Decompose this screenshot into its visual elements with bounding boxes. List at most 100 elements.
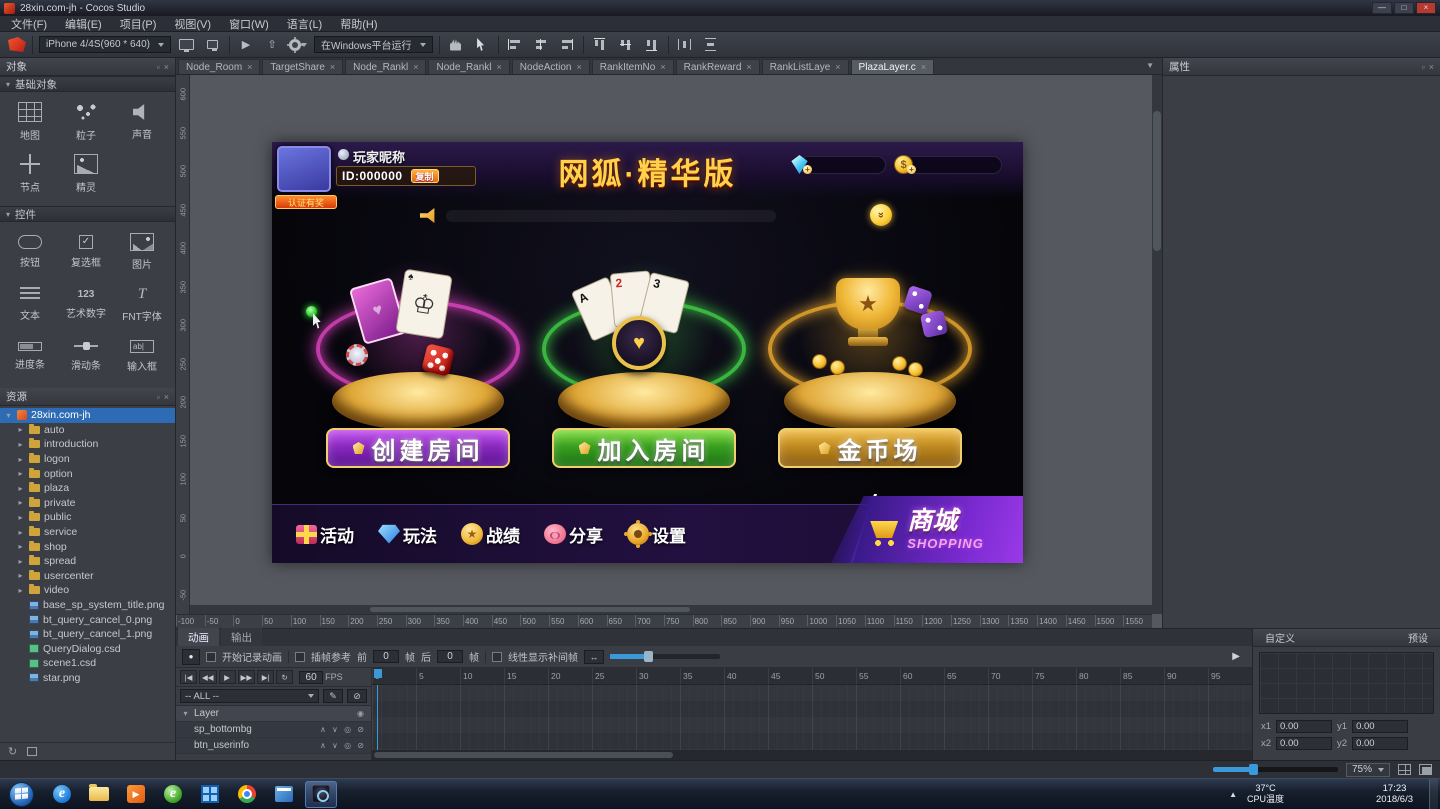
scroll-thumb[interactable] [374, 752, 673, 758]
nav-medal[interactable]: ★战绩 [461, 522, 520, 547]
tab-custom[interactable]: 自定义 [1265, 630, 1295, 645]
tab-preset[interactable]: 预设 [1408, 630, 1428, 645]
object-sprite[interactable]: 精灵 [58, 148, 114, 200]
canvas-v-scrollbar[interactable] [1152, 75, 1162, 614]
scene-canvas-area[interactable]: 认证有奖 玩家昵称 ID:000000 复制 网狐·精华版 + $ + « ♥ [176, 75, 1162, 628]
add-coin-icon[interactable]: + [907, 165, 916, 174]
nav-gift[interactable]: 活动 [296, 522, 354, 547]
taskbar-tiles-icon[interactable] [194, 781, 226, 808]
float-panel-icon[interactable]: ▫ [157, 392, 160, 402]
object-progress[interactable]: 进度条 [2, 330, 58, 382]
layer-row-icons[interactable]: ∧ ∨ ◎ ⊘ [320, 741, 366, 750]
tree-expand-icon[interactable]: ▸ [16, 528, 25, 537]
object-fnt[interactable]: FNT字体 [114, 278, 170, 330]
tween-checkbox[interactable] [492, 652, 502, 662]
loop-button[interactable]: ↻ [276, 670, 293, 684]
play-button[interactable]: ▶ [219, 670, 236, 684]
object-artnum[interactable]: 艺术数字 [58, 278, 114, 330]
create-room-button[interactable]: 创建房间 [326, 428, 510, 468]
section-控件[interactable]: ▾控件 [0, 206, 175, 222]
object-checkbox[interactable]: 复选框 [58, 226, 114, 278]
tree-expand-icon[interactable]: ▸ [16, 498, 25, 507]
fps-input[interactable]: 60 [299, 671, 323, 684]
select-tool-button[interactable] [472, 36, 492, 54]
close-button[interactable]: × [1416, 2, 1436, 14]
taskbar-green-browser-icon[interactable] [157, 781, 189, 808]
tree-expand-icon[interactable]: ▸ [16, 425, 25, 434]
publish-button[interactable]: ⇧ [262, 36, 282, 54]
menu-item-0[interactable]: 文件(F) [2, 15, 56, 33]
tab-close-icon[interactable]: × [330, 62, 335, 72]
taskbar-cocos-icon[interactable] [305, 781, 337, 808]
delete-animation-button[interactable]: ⊘ [347, 689, 367, 703]
resource-file-base_sp_system_title.png[interactable]: base_sp_system_title.png [0, 598, 175, 613]
tree-expand-icon[interactable]: ▸ [16, 542, 25, 551]
distribute-h-button[interactable] [675, 36, 695, 54]
tab-close-icon[interactable]: × [835, 62, 840, 72]
align-middle-button[interactable] [616, 36, 636, 54]
resource-folder-service[interactable]: ▸service [0, 525, 175, 540]
resource-folder-introduction[interactable]: ▸introduction [0, 437, 175, 452]
tab-close-icon[interactable]: × [746, 62, 751, 72]
zoom-slider[interactable] [1213, 767, 1338, 772]
align-center-button[interactable] [531, 36, 551, 54]
zoom-level-select[interactable]: 75% [1346, 763, 1390, 777]
resource-file-QueryDialog.csd[interactable]: QueryDialog.csd [0, 642, 175, 657]
layer-Layer[interactable]: ▾Layer◉ [176, 706, 371, 722]
slider-thumb[interactable] [1249, 764, 1258, 775]
y1-input[interactable]: 0.00 [1352, 720, 1408, 733]
tree-expand-icon[interactable]: ▸ [16, 469, 25, 478]
align-left-button[interactable] [505, 36, 525, 54]
edit-animation-button[interactable]: ✎ [323, 689, 343, 703]
onion-skin-checkbox[interactable] [295, 652, 305, 662]
close-panel-icon[interactable]: × [164, 392, 169, 402]
layer-row-icons[interactable]: ∧ ∨ ◎ ⊘ [320, 725, 366, 734]
section-collapse-icon[interactable]: ▾ [6, 80, 10, 89]
coin-currency[interactable]: $ + [894, 154, 1002, 176]
device-select[interactable]: iPhone 4/4S(960 * 640) [39, 36, 171, 53]
tab-TargetShare[interactable]: TargetShare× [262, 59, 343, 74]
taskbar-chrome-icon[interactable] [231, 781, 263, 808]
resource-folder-video[interactable]: ▸video [0, 583, 175, 598]
diamond-currency[interactable]: + [790, 154, 886, 176]
menu-item-2[interactable]: 项目(P) [111, 15, 166, 33]
taskbar-ie-icon[interactable] [46, 781, 78, 808]
menu-item-3[interactable]: 视图(V) [165, 15, 220, 33]
game-scene[interactable]: 认证有奖 玩家昵称 ID:000000 复制 网狐·精华版 + $ + « ♥ [272, 142, 1023, 563]
layer-visibility-icon[interactable]: ◉ [357, 709, 366, 718]
portrait-preview-button[interactable] [203, 36, 223, 54]
run-target-select[interactable]: 在Windows平台运行 [314, 36, 433, 53]
tab-RankItemNo[interactable]: RankItemNo× [592, 59, 674, 74]
playhead-marker[interactable] [374, 669, 382, 678]
fullscreen-icon[interactable] [1419, 764, 1432, 775]
record-checkbox[interactable] [206, 652, 216, 662]
go-first-frame-button[interactable]: |◀ [180, 670, 197, 684]
join-room-podium[interactable]: A 2 3 ♥ 加入房间 [524, 260, 764, 472]
resource-file-scene1.csd[interactable]: scene1.csd [0, 656, 175, 671]
tree-expand-icon[interactable]: ▾ [4, 411, 13, 420]
anim-tab-输出[interactable]: 输出 [221, 628, 262, 646]
layer-sp_bottombg[interactable]: sp_bottombg∧ ∨ ◎ ⊘ [176, 722, 371, 738]
tab-Node_Rankl[interactable]: Node_Rankl× [345, 59, 426, 74]
resource-file-star.png[interactable]: star.png [0, 671, 175, 686]
timeline-tracks[interactable] [372, 685, 1252, 750]
tab-Node_Rankl[interactable]: Node_Rankl× [428, 59, 509, 74]
nav-diamond[interactable]: 玩法 [378, 522, 437, 547]
create-room-podium[interactable]: ♥ ♠ ♔ 创建房间 [298, 260, 538, 472]
tree-expand-icon[interactable]: ▸ [16, 586, 25, 595]
tree-expand-icon[interactable]: ▸ [16, 440, 25, 449]
resource-folder-plaza[interactable]: ▸plaza [0, 481, 175, 496]
copy-id-button[interactable]: 复制 [411, 169, 439, 183]
timeline-ruler[interactable]: 05101520253035404550556065707580859095 [372, 668, 1252, 685]
curve-editor[interactable] [1259, 652, 1434, 714]
align-right-button[interactable] [557, 36, 577, 54]
run-button[interactable]: ▶ [236, 36, 256, 54]
object-input[interactable]: 输入框 [114, 330, 170, 382]
menu-item-1[interactable]: 编辑(E) [56, 15, 111, 33]
tab-RankListLaye[interactable]: RankListLaye× [762, 59, 849, 74]
scroll-thumb[interactable] [1153, 111, 1161, 251]
tab-close-icon[interactable]: × [413, 62, 418, 72]
tree-expand-icon[interactable]: ▸ [16, 513, 25, 522]
align-top-button[interactable] [590, 36, 610, 54]
layer-btn_userinfo[interactable]: btn_userinfo∧ ∨ ◎ ⊘ [176, 738, 371, 754]
